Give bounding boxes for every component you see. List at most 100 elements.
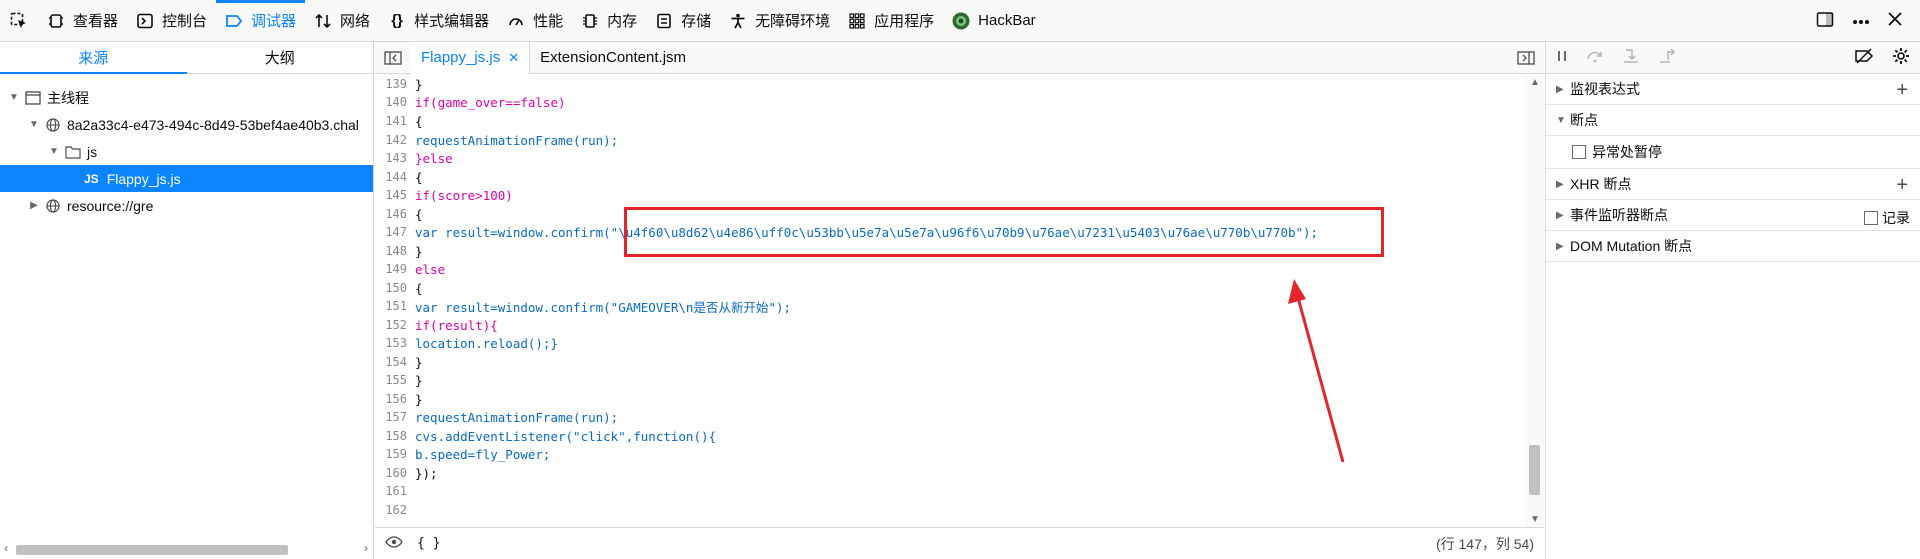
tree-horizontal-scrollbar[interactable]: ‹ › [0, 539, 374, 559]
tab-memory[interactable]: 内存 [572, 0, 646, 41]
tree-item-resource[interactable]: ▶ resource://gre [0, 192, 373, 219]
more-options-icon[interactable] [1852, 12, 1870, 29]
close-icon[interactable] [1888, 11, 1902, 30]
chevron-down-icon[interactable]: ▼ [8, 92, 20, 104]
section-breakpoints[interactable]: ▼ 断点 [1546, 105, 1920, 136]
line-number[interactable]: 151 [375, 299, 407, 313]
tab-performance[interactable]: 性能 [498, 0, 572, 41]
tab-storage[interactable]: 存储 [646, 0, 720, 41]
line-number[interactable]: 145 [375, 188, 407, 202]
code-line[interactable]: 149 else [375, 260, 445, 278]
code-line[interactable]: 151 var result=window.confirm("GAMEOVER\n… [375, 297, 791, 315]
tab-inspector[interactable]: 查看器 [38, 0, 127, 41]
line-number[interactable]: 143 [375, 151, 407, 165]
close-tab-icon[interactable]: ✕ [508, 50, 519, 66]
section-watch-expressions[interactable]: ▶ 监视表达式 + [1546, 74, 1920, 105]
tree-item-folder-js[interactable]: ▼ js [0, 138, 373, 165]
pause-icon[interactable] [1556, 49, 1568, 67]
code-line[interactable]: 159 b.speed=fly_Power; [375, 445, 550, 463]
code-line[interactable]: 162 [375, 501, 415, 519]
editor-tab-extension[interactable]: ExtensionContent.jsm [530, 42, 696, 74]
line-number[interactable]: 155 [375, 373, 407, 387]
code-line[interactable]: 148} [375, 242, 422, 260]
section-event-listener-breakpoints[interactable]: ▶ 事件监听器断点 记录 [1546, 200, 1920, 231]
gear-icon[interactable] [1892, 47, 1910, 69]
code-line[interactable]: 161 [375, 482, 415, 500]
line-number[interactable]: 139 [375, 77, 407, 91]
pretty-print-button[interactable]: { } [417, 536, 440, 551]
element-picker-button[interactable] [0, 0, 38, 41]
line-number[interactable]: 148 [375, 244, 407, 258]
code-line[interactable]: 152 if(result){ [375, 316, 497, 334]
add-icon[interactable]: + [1896, 174, 1908, 197]
tab-application[interactable]: 应用程序 [839, 0, 943, 41]
dock-toggle-icon[interactable] [1816, 10, 1834, 32]
line-number[interactable]: 160 [375, 466, 407, 480]
line-number[interactable]: 140 [375, 95, 407, 109]
chevron-down-icon[interactable]: ▼ [28, 119, 40, 131]
code-line[interactable]: 154} [375, 353, 422, 371]
scroll-up-icon[interactable]: ▲ [1530, 77, 1540, 88]
line-number[interactable]: 147 [375, 225, 407, 239]
code-line[interactable]: 141 { [375, 112, 422, 130]
line-number[interactable]: 149 [375, 262, 407, 276]
line-number[interactable]: 156 [375, 392, 407, 406]
line-number[interactable]: 153 [375, 336, 407, 350]
pause-on-exceptions-checkbox[interactable] [1572, 145, 1586, 159]
line-number[interactable]: 152 [375, 318, 407, 332]
code-line[interactable]: 146 { [375, 205, 422, 223]
step-out-icon[interactable] [1658, 48, 1676, 68]
tree-item-domain[interactable]: ▼ 8a2a33c4-e473-494c-8d49-53bef4ae40b3.c… [0, 111, 373, 138]
log-events-checkbox[interactable] [1864, 211, 1878, 225]
line-number[interactable]: 146 [375, 207, 407, 221]
code-line[interactable]: 153 location.reload();} [375, 334, 558, 352]
code-line[interactable]: 155} [375, 371, 422, 389]
toggle-right-pane-icon[interactable] [1508, 50, 1544, 65]
section-xhr-breakpoints[interactable]: ▶ XHR 断点 + [1546, 169, 1920, 200]
code-line[interactable]: 150 { [375, 279, 422, 297]
pause-on-exceptions-option[interactable]: 异常处暂停 [1546, 136, 1920, 169]
step-in-icon[interactable] [1622, 48, 1640, 68]
chevron-down-icon[interactable]: ▼ [48, 146, 60, 158]
code-line[interactable]: 139} [375, 75, 422, 93]
editor-vertical-scrollbar[interactable]: ▲ ▼ [1525, 75, 1544, 527]
line-number[interactable]: 158 [375, 429, 407, 443]
scroll-down-icon[interactable]: ▼ [1530, 514, 1540, 525]
chevron-right-icon[interactable]: ▶ [28, 200, 40, 212]
section-dom-mutation-breakpoints[interactable]: ▶ DOM Mutation 断点 [1546, 231, 1920, 262]
editor-tab-flappy[interactable]: Flappy_js.js ✕ [411, 41, 531, 74]
tree-item-main-thread[interactable]: ▼ 主线程 [0, 84, 373, 111]
add-icon[interactable]: + [1896, 79, 1908, 102]
line-number[interactable]: 144 [375, 170, 407, 184]
code-line[interactable]: 157 requestAnimationFrame(run); [375, 408, 618, 426]
line-number[interactable]: 157 [375, 410, 407, 424]
code-line[interactable]: 144 { [375, 168, 422, 186]
eye-icon[interactable] [385, 536, 403, 551]
code-line[interactable]: 142 requestAnimationFrame(run); [375, 131, 618, 149]
line-number[interactable]: 142 [375, 133, 407, 147]
line-number[interactable]: 141 [375, 114, 407, 128]
scrollbar-thumb[interactable] [16, 545, 288, 555]
code-line[interactable]: 156} [375, 390, 422, 408]
tab-hackbar[interactable]: HackBar [943, 0, 1045, 41]
step-over-icon[interactable] [1586, 49, 1604, 67]
code-view[interactable]: 139} 140 if(game_over==false) 141 { 142 req… [375, 75, 1525, 527]
scrollbar-thumb[interactable] [1529, 445, 1540, 495]
tab-outline[interactable]: 大纲 [187, 42, 374, 73]
tab-console[interactable]: 控制台 [127, 0, 216, 41]
line-number[interactable]: 161 [375, 484, 407, 498]
deactivate-breakpoints-icon[interactable] [1854, 47, 1874, 68]
code-line[interactable]: 140 if(game_over==false) [375, 93, 565, 111]
toggle-sources-panel-icon[interactable] [375, 50, 411, 65]
code-line[interactable]: 158 cvs.addEventListener("click",function… [375, 427, 716, 445]
code-line[interactable]: 143}else [375, 149, 452, 167]
scroll-right-icon[interactable]: › [364, 541, 368, 555]
tab-network[interactable]: 网络 [305, 0, 379, 41]
tab-style-editor[interactable]: {} 样式编辑器 [379, 0, 498, 41]
code-line[interactable]: 160}); [375, 464, 437, 482]
line-number[interactable]: 150 [375, 281, 407, 295]
scroll-left-icon[interactable]: ‹ [4, 541, 8, 555]
tab-sources[interactable]: 来源 [0, 42, 187, 74]
tab-debugger[interactable]: 调试器 [216, 0, 306, 41]
tree-item-file-flappy[interactable]: JS Flappy_js.js [0, 165, 373, 192]
